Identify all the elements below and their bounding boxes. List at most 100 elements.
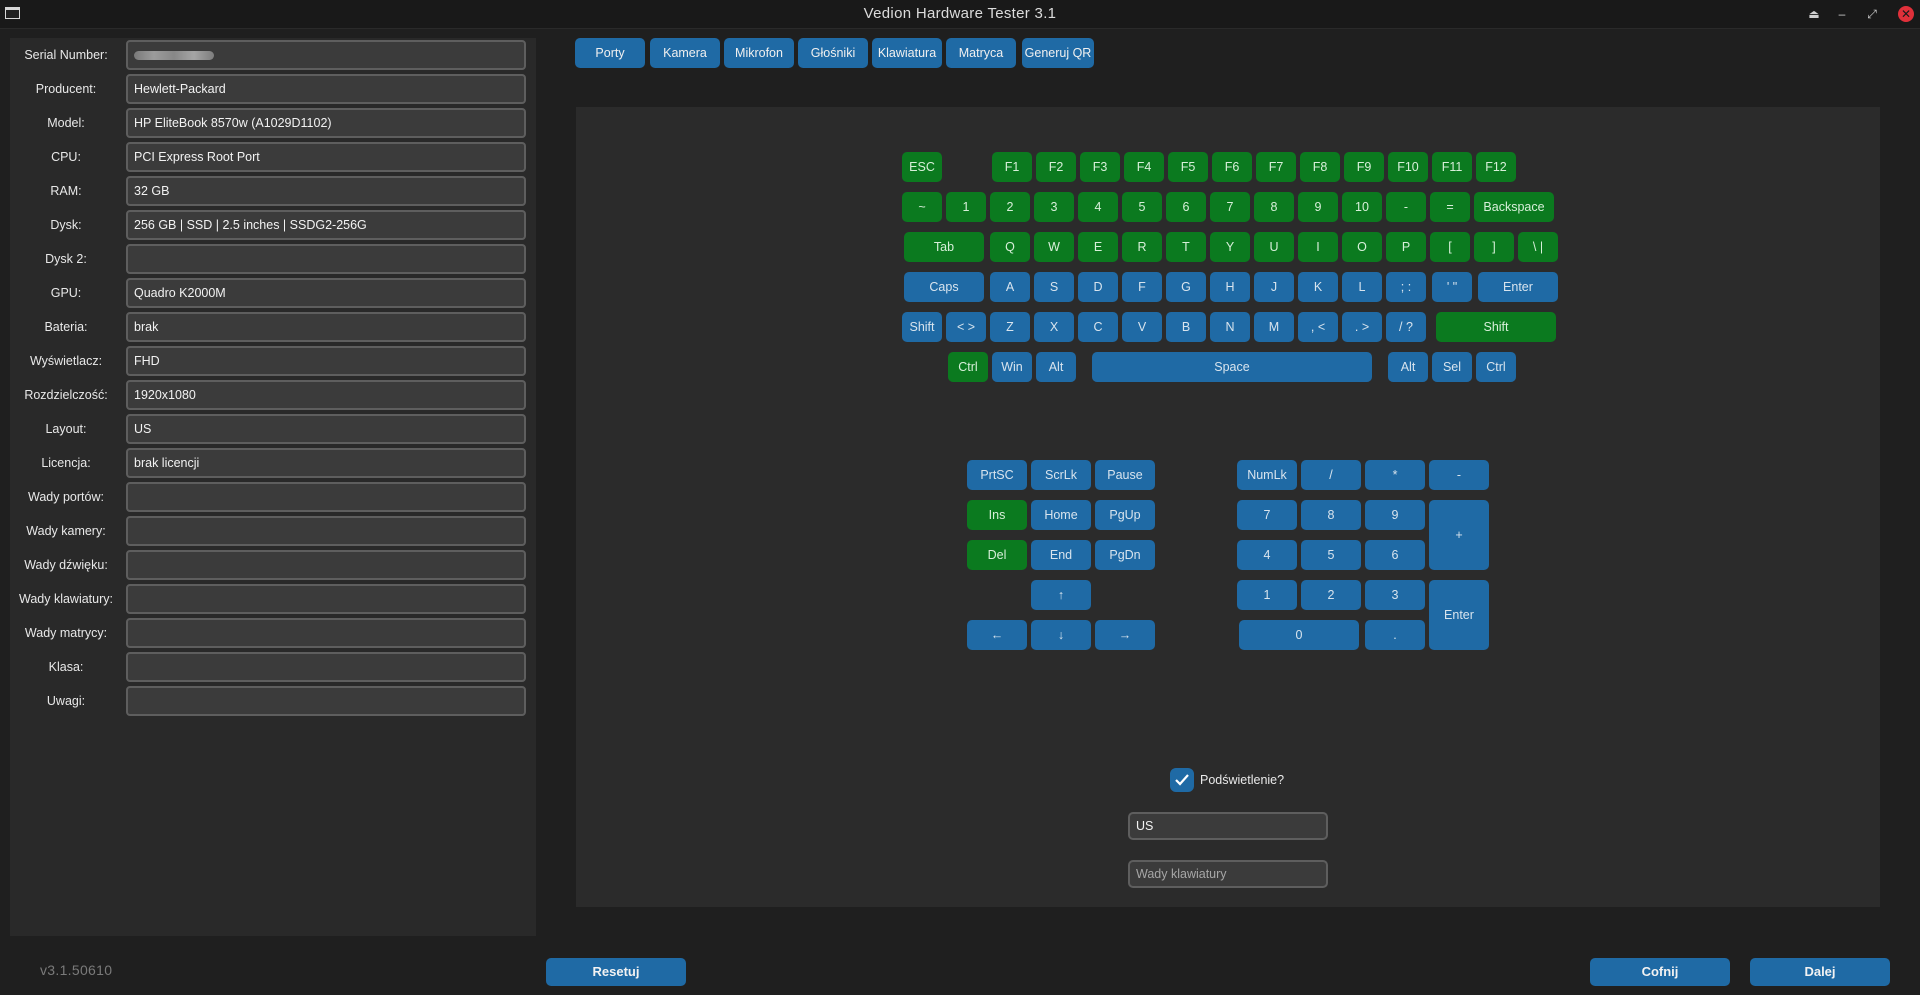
numpad-key[interactable]: 4	[1237, 540, 1297, 570]
serial-number-input[interactable]	[126, 40, 526, 70]
battery-input[interactable]: brak	[126, 312, 526, 342]
keyboard-key[interactable]: F7	[1256, 152, 1296, 182]
keyboard-layout-input[interactable]: US	[1128, 812, 1328, 840]
keyboard-key[interactable]: M	[1254, 312, 1294, 342]
keyboard-key[interactable]: T	[1166, 232, 1206, 262]
keyboard-key[interactable]: Caps	[904, 272, 984, 302]
nav-key[interactable]: Ins	[967, 500, 1027, 530]
keyboard-key[interactable]: J	[1254, 272, 1294, 302]
reset-button[interactable]: Resetuj	[546, 958, 686, 986]
keyboard-defects-field[interactable]: Wady klawiatury	[1128, 860, 1328, 888]
numpad-key[interactable]: -	[1429, 460, 1489, 490]
numpad-key[interactable]: 8	[1301, 500, 1361, 530]
tab-display[interactable]: Matryca	[946, 38, 1016, 68]
class-input[interactable]	[126, 652, 526, 682]
notes-input[interactable]	[126, 686, 526, 716]
keyboard-key[interactable]: Space	[1092, 352, 1372, 382]
keyboard-key[interactable]: F6	[1212, 152, 1252, 182]
nav-key[interactable]: PgUp	[1095, 500, 1155, 530]
tab-camera[interactable]: Kamera	[650, 38, 720, 68]
keyboard-key[interactable]: . >	[1342, 312, 1382, 342]
keyboard-key[interactable]: I	[1298, 232, 1338, 262]
keyboard-key[interactable]: Backspace	[1474, 192, 1554, 222]
keyboard-key[interactable]: 6	[1166, 192, 1206, 222]
minimize-icon[interactable]: –	[1832, 4, 1852, 24]
keyboard-key[interactable]: D	[1078, 272, 1118, 302]
keyboard-key[interactable]: 1	[946, 192, 986, 222]
keyboard-key[interactable]: N	[1210, 312, 1250, 342]
nav-key[interactable]: Home	[1031, 500, 1091, 530]
keyboard-key[interactable]: R	[1122, 232, 1162, 262]
model-input[interactable]: HP EliteBook 8570w (A1029D1102)	[126, 108, 526, 138]
numpad-key[interactable]: 2	[1301, 580, 1361, 610]
maximize-icon[interactable]: ⤢	[1862, 4, 1882, 24]
keyboard-key[interactable]: =	[1430, 192, 1470, 222]
keep-above-icon[interactable]: ⏏	[1804, 4, 1824, 24]
close-icon[interactable]: ✕	[1898, 6, 1914, 22]
next-button[interactable]: Dalej	[1750, 958, 1890, 986]
keyboard-key[interactable]: G	[1166, 272, 1206, 302]
nav-key[interactable]: ↓	[1031, 620, 1091, 650]
backlight-checkbox[interactable]	[1170, 768, 1194, 792]
license-input[interactable]: brak licencji	[126, 448, 526, 478]
resolution-input[interactable]: 1920x1080	[126, 380, 526, 410]
keyboard-key[interactable]: Sel	[1432, 352, 1472, 382]
keyboard-key[interactable]: P	[1386, 232, 1426, 262]
keyboard-key[interactable]: C	[1078, 312, 1118, 342]
keyboard-key[interactable]: ~	[902, 192, 942, 222]
nav-key[interactable]: ↑	[1031, 580, 1091, 610]
numpad-key[interactable]: 5	[1301, 540, 1361, 570]
camera-defects-input[interactable]	[126, 516, 526, 546]
port-defects-input[interactable]	[126, 482, 526, 512]
keyboard-key[interactable]: V	[1122, 312, 1162, 342]
disk-input[interactable]: 256 GB | SSD | 2.5 inches | SSDG2-256G	[126, 210, 526, 240]
numpad-key[interactable]: 6	[1365, 540, 1425, 570]
keyboard-key[interactable]: Z	[990, 312, 1030, 342]
keyboard-key[interactable]: Ctrl	[948, 352, 988, 382]
keyboard-key[interactable]: Alt	[1388, 352, 1428, 382]
numpad-key[interactable]: Enter	[1429, 580, 1489, 650]
keyboard-key[interactable]: Enter	[1478, 272, 1558, 302]
keyboard-key[interactable]: 10	[1342, 192, 1382, 222]
numpad-key[interactable]: .	[1365, 620, 1425, 650]
keyboard-key[interactable]: U	[1254, 232, 1294, 262]
keyboard-key[interactable]: S	[1034, 272, 1074, 302]
keyboard-key[interactable]: ESC	[902, 152, 942, 182]
keyboard-key[interactable]: ' "	[1432, 272, 1472, 302]
keyboard-key[interactable]: Alt	[1036, 352, 1076, 382]
display-input[interactable]: FHD	[126, 346, 526, 376]
numpad-key[interactable]: NumLk	[1237, 460, 1297, 490]
keyboard-key[interactable]: O	[1342, 232, 1382, 262]
keyboard-key[interactable]: \ |	[1518, 232, 1558, 262]
nav-key[interactable]: Del	[967, 540, 1027, 570]
keyboard-key[interactable]: < >	[946, 312, 986, 342]
nav-key[interactable]: ←	[967, 620, 1027, 650]
keyboard-key[interactable]: F12	[1476, 152, 1516, 182]
keyboard-key[interactable]: F9	[1344, 152, 1384, 182]
keyboard-key[interactable]: 3	[1034, 192, 1074, 222]
keyboard-key[interactable]: E	[1078, 232, 1118, 262]
numpad-key[interactable]: *	[1365, 460, 1425, 490]
screen-defects-input[interactable]	[126, 618, 526, 648]
sound-defects-input[interactable]	[126, 550, 526, 580]
keyboard-defects-input[interactable]	[126, 584, 526, 614]
layout-input[interactable]: US	[126, 414, 526, 444]
back-button[interactable]: Cofnij	[1590, 958, 1730, 986]
numpad-key[interactable]: 9	[1365, 500, 1425, 530]
keyboard-key[interactable]: Shift	[902, 312, 942, 342]
keyboard-key[interactable]: B	[1166, 312, 1206, 342]
keyboard-key[interactable]: 4	[1078, 192, 1118, 222]
tab-keyboard[interactable]: Klawiatura	[872, 38, 942, 68]
keyboard-key[interactable]: ; :	[1386, 272, 1426, 302]
keyboard-key[interactable]: Q	[990, 232, 1030, 262]
gpu-input[interactable]: Quadro K2000M	[126, 278, 526, 308]
keyboard-key[interactable]: F2	[1036, 152, 1076, 182]
keyboard-key[interactable]: Tab	[904, 232, 984, 262]
keyboard-key[interactable]: H	[1210, 272, 1250, 302]
keyboard-key[interactable]: X	[1034, 312, 1074, 342]
keyboard-key[interactable]: Y	[1210, 232, 1250, 262]
numpad-key[interactable]: 1	[1237, 580, 1297, 610]
keyboard-key[interactable]: / ?	[1386, 312, 1426, 342]
keyboard-key[interactable]: Win	[992, 352, 1032, 382]
nav-key[interactable]: ScrLk	[1031, 460, 1091, 490]
